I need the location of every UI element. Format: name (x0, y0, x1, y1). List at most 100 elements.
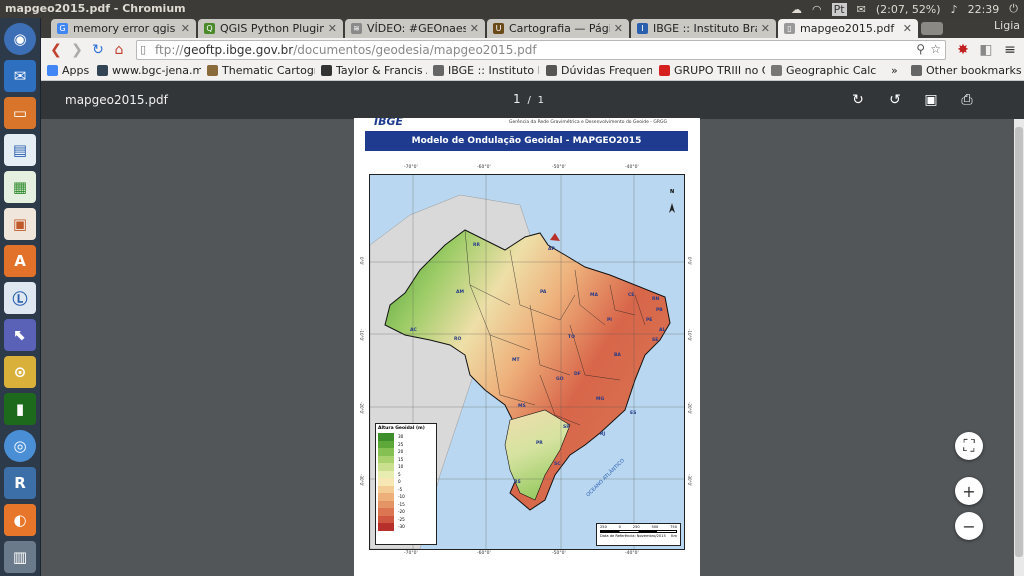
screenshot-icon[interactable]: ⬉ (4, 319, 36, 351)
legend-row: 10 (378, 463, 434, 471)
trash-icon[interactable]: ▥ (4, 541, 36, 573)
bookmark-ibge[interactable]: IBGE :: Instituto E (433, 64, 539, 77)
system-tray: ☁ ◠ Pt ✉ (2:07, 52%) ♪ 22:39 ⏻ (791, 2, 1018, 16)
tab-2[interactable]: ≋ VÍDEO: #GEOnaesc ✕ (345, 19, 485, 38)
home-button[interactable]: ⌂ (110, 41, 128, 59)
firefox-icon[interactable]: ◐ (4, 504, 36, 536)
lock-icon[interactable]: ⊙ (4, 356, 36, 388)
tab-0[interactable]: G memory error qgis s ✕ (51, 19, 196, 38)
current-page[interactable]: 1 (513, 92, 521, 106)
save-icon[interactable]: ▣ (922, 91, 940, 109)
profile-name[interactable]: Ligia (994, 19, 1020, 32)
bgc-icon (97, 65, 108, 76)
legend-value: 25 (398, 441, 404, 447)
dash-home-icon[interactable]: ◉ (4, 23, 36, 55)
tab-4[interactable]: I IBGE :: Instituto Bras ✕ (631, 19, 776, 38)
right-lat-labels: 0°0' -10°0' -20°0' -30°0' (687, 257, 692, 487)
print-icon[interactable]: ⎙ (958, 91, 976, 109)
menu-icon[interactable]: ≡ (1001, 41, 1019, 59)
top-lon-labels: -70°0' -60°0' -50°0' -40°0' (404, 165, 639, 170)
zoom-icon[interactable]: ⚲ (916, 42, 925, 56)
close-icon[interactable]: ✕ (181, 22, 190, 35)
writer-icon[interactable]: ▤ (4, 134, 36, 166)
ibge-favicon: I (637, 23, 648, 34)
rstudio-icon[interactable]: R (4, 467, 36, 499)
tab-label: mapgeo2015.pdf (800, 22, 895, 35)
zoom-in-button[interactable]: + (955, 477, 983, 505)
address-bar[interactable]: ▯ ftp://geoftp.ibge.gov.br/documentos/ge… (136, 40, 946, 60)
bookmarks-overflow-icon[interactable]: » (891, 64, 898, 77)
bookmark-geographic-calc[interactable]: Geographic Calcu (771, 64, 877, 77)
bookmark-thematic-cartography[interactable]: Thematic Cartogr (207, 64, 315, 77)
scale-unit: Km (671, 534, 677, 538)
mail-icon[interactable]: ✉ (857, 3, 866, 16)
extension-icon[interactable]: ✸ (954, 41, 972, 59)
terminal-icon[interactable]: ▮ (4, 393, 36, 425)
bookmark-other[interactable]: Other bookmarks (911, 64, 1021, 77)
extension-2-icon[interactable]: ◧ (977, 41, 995, 59)
star-icon[interactable]: ☆ (930, 42, 941, 56)
legend-swatch (378, 463, 394, 471)
keyboard-layout[interactable]: Pt (831, 2, 847, 16)
bookmark-taylor-francis[interactable]: Taylor & Francis A (321, 64, 427, 77)
close-icon[interactable]: ✕ (761, 22, 770, 35)
close-icon[interactable]: ✕ (328, 22, 337, 35)
thunderbird-icon[interactable]: ✉ (4, 60, 36, 92)
scale-ticks: 250 0 250 500 750 (600, 525, 677, 529)
volume-icon[interactable]: ♪ (951, 3, 958, 16)
book-icon (207, 65, 218, 76)
legend-row: -5 (378, 485, 434, 493)
legend-swatch (378, 523, 394, 531)
bookmark-bgc-jena[interactable]: www.bgc-jena.m (97, 64, 201, 77)
back-button[interactable]: ❮ (47, 41, 65, 59)
apps-grid-icon (47, 65, 58, 76)
files-icon[interactable]: ▭ (4, 97, 36, 129)
bookmark-grupo-triii[interactable]: GRUPO TRIII no Q (659, 64, 765, 77)
total-pages: 1 (537, 95, 545, 106)
doc-icon (546, 65, 557, 76)
rotate-counterclockwise-icon[interactable]: ↺ (886, 91, 904, 109)
window-title: mapgeo2015.pdf - Chromium (5, 2, 186, 15)
rotate-clockwise-icon[interactable]: ↻ (849, 91, 867, 109)
calc-icon[interactable]: ▦ (4, 171, 36, 203)
google-icon: G (57, 23, 68, 34)
pdf-page: IBGE Gerência da Rede Gravimétrica e Des… (354, 118, 700, 576)
impress-icon[interactable]: ▣ (4, 208, 36, 240)
launcher-sidebar: ◉ ✉ ▭ ▤ ▦ ▣ A Ⓛ ⬉ ⊙ ▮ ◎ R ◐ ▥ (0, 18, 41, 576)
map-legend: Altura Geoidal (m) 30 25 20 15 10 5 0 -5 -10 -15 -… (375, 423, 437, 545)
bookmark-duvidas[interactable]: Dúvidas Frequen (546, 64, 652, 77)
scrollbar-thumb[interactable] (1015, 127, 1023, 557)
battery-status[interactable]: (2:07, 52%) (876, 3, 941, 16)
legend-value: -20 (398, 509, 405, 515)
close-icon[interactable]: ✕ (470, 22, 479, 35)
bookmark-apps[interactable]: Apps (47, 64, 97, 77)
power-icon[interactable]: ⏻ (1009, 2, 1018, 16)
legend-title: Altura Geoidal (m) (378, 426, 425, 431)
fit-to-page-button[interactable]: ⛶ (955, 432, 983, 460)
legend-row: -25 (378, 515, 434, 523)
tab-5-active[interactable]: ▯ mapgeo2015.pdf ✕ (778, 19, 918, 38)
tab-strip: G memory error qgis s ✕ Q QGIS Python Pl… (41, 18, 1024, 38)
forward-button[interactable]: ❯ (68, 41, 86, 59)
clock[interactable]: 22:39 (968, 3, 1000, 16)
tab-3[interactable]: U Cartografia — Págin ✕ (487, 19, 629, 38)
page-icon: ▯ (140, 43, 147, 56)
wifi-icon[interactable]: ◠ (812, 3, 822, 16)
zoom-out-button[interactable]: − (955, 512, 983, 540)
software-center-icon[interactable]: A (4, 245, 36, 277)
new-tab-button[interactable] (921, 22, 943, 35)
cloud-icon[interactable]: ☁ (791, 3, 802, 16)
scale-bar (600, 530, 677, 533)
chromium-icon[interactable]: ◎ (4, 430, 36, 462)
reload-button[interactable]: ↻ (89, 41, 107, 59)
bottom-lon-labels: -70°0' -60°0' -50°0' -40°0' (404, 551, 639, 556)
tab-1[interactable]: Q QGIS Python Plugins ✕ (198, 19, 343, 38)
legend-row: -10 (378, 493, 434, 501)
close-icon[interactable]: ✕ (903, 22, 912, 35)
legend-row: 30 (378, 433, 434, 441)
close-icon[interactable]: ✕ (614, 22, 623, 35)
vertical-scrollbar[interactable] (1014, 119, 1024, 576)
legend-swatch (378, 470, 394, 478)
page-separator: / (527, 95, 531, 106)
qgis-icon[interactable]: Ⓛ (4, 282, 36, 314)
